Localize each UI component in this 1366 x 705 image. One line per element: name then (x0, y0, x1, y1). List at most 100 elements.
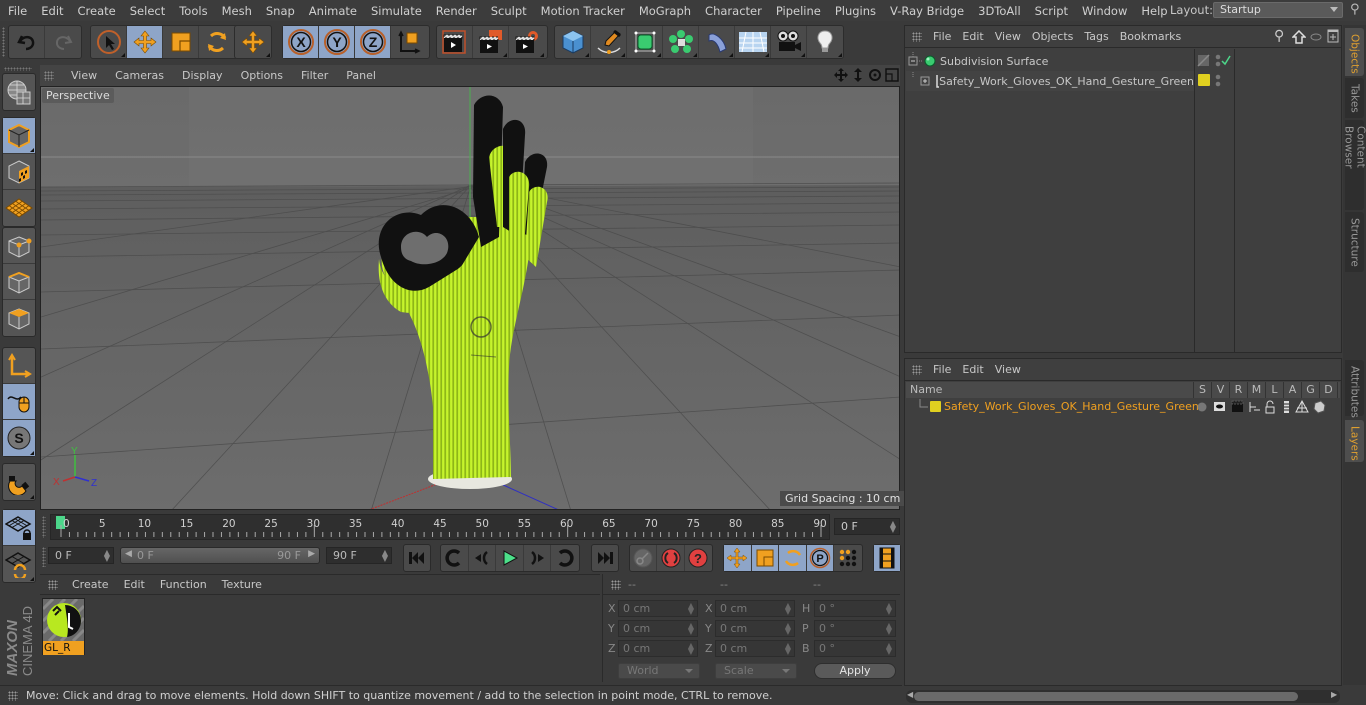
view-eye-icon[interactable] (1214, 401, 1225, 411)
panel-grip[interactable] (48, 579, 58, 590)
axis-mode-button[interactable] (3, 348, 35, 384)
spinner-icon[interactable]: ▲ ▼ (104, 549, 110, 563)
layer-name[interactable]: Safety_Work_Gloves_OK_Hand_Gesture_Green (944, 400, 1199, 413)
search-icon[interactable]: ⚲ (1274, 28, 1284, 44)
column-locked[interactable]: L (1266, 382, 1284, 398)
range-left-arrow-icon[interactable]: ◀ (125, 549, 132, 559)
spinner-icon[interactable]: ▲ ▼ (785, 602, 791, 616)
tweak-mode-button[interactable] (3, 384, 35, 420)
menu-sculpt[interactable]: Sculpt (484, 4, 534, 18)
pos-y-field[interactable]: 0 cm ▲ ▼ (618, 620, 698, 637)
next-key-button[interactable] (551, 545, 579, 571)
material-menu-edit[interactable]: Edit (118, 578, 154, 591)
spinner-icon[interactable]: ▲ ▼ (785, 642, 791, 656)
coordinate-system-button[interactable] (391, 26, 427, 58)
parameter-key-button[interactable]: P (806, 545, 835, 571)
objects-menu-edit[interactable]: Edit (959, 30, 991, 43)
render-visibility-dot[interactable] (1215, 81, 1221, 87)
home-icon[interactable] (1292, 30, 1306, 44)
camera-label[interactable]: Perspective (42, 88, 114, 103)
tab-content-browser[interactable]: Content Browser (1343, 120, 1366, 210)
workplane-mode-button[interactable] (3, 190, 35, 226)
filter-icon[interactable] (1310, 32, 1322, 42)
size-y-field[interactable]: 0 cm ▲ ▼ (715, 620, 795, 637)
solo-toggle[interactable] (1197, 402, 1207, 411)
column-generators[interactable]: G (1302, 382, 1320, 398)
pos-z-field[interactable]: 0 cm ▲ ▼ (618, 640, 698, 657)
animation-icon[interactable] (1284, 400, 1289, 413)
workplane-lock-button[interactable] (3, 510, 35, 546)
autokeying-button[interactable] (657, 545, 685, 571)
menu-plugins[interactable]: Plugins (828, 4, 883, 18)
tab-structure[interactable]: Structure (1345, 212, 1364, 272)
toolbar-grip[interactable] (2, 27, 5, 57)
render-to-picture-viewer-button[interactable] (473, 26, 509, 58)
frame-range-slider[interactable]: ◀ 0 F 90 F ▶ (120, 547, 320, 564)
layout-select[interactable]: Startup (1213, 2, 1343, 18)
menu-file[interactable]: File (0, 4, 34, 18)
rot-b-field[interactable]: 0 ° ▲ ▼ (814, 640, 896, 657)
column-solo[interactable]: S (1194, 382, 1212, 398)
edges-mode-button[interactable] (3, 264, 35, 300)
live-selection-button[interactable] (91, 26, 127, 58)
panel-grip[interactable] (912, 31, 922, 42)
editor-visibility-dot[interactable] (1215, 74, 1221, 80)
rot-p-field[interactable]: 0 ° ▲ ▼ (814, 620, 896, 637)
spinner-icon[interactable]: ▲ ▼ (890, 520, 896, 534)
layer-row[interactable]: Safety_Work_Gloves_OK_Hand_Gesture_Green (906, 398, 1340, 415)
rot-h-field[interactable]: 0 ° ▲ ▼ (814, 600, 896, 617)
column-view[interactable]: V (1212, 382, 1230, 398)
min-frame-field[interactable]: 0 F ▲ ▼ (48, 547, 114, 564)
objects-menu-file[interactable]: File (930, 30, 959, 43)
tab-attributes[interactable]: Attributes (1345, 360, 1364, 418)
enabled-check-icon[interactable] (1221, 55, 1231, 66)
menu-render[interactable]: Render (429, 4, 484, 18)
material-item[interactable]: GL_R (42, 598, 85, 655)
camera-button[interactable] (771, 26, 807, 58)
menu-mograph[interactable]: MoGraph (632, 4, 698, 18)
manager-hierarchy-icon[interactable] (1249, 401, 1260, 412)
menu-mesh[interactable]: Mesh (215, 4, 259, 18)
size-x-field[interactable]: 0 cm ▲ ▼ (715, 600, 795, 617)
size-mode-select[interactable]: Scale (715, 663, 797, 679)
spinner-icon[interactable]: ▲ ▼ (688, 642, 694, 656)
object-row-glove[interactable]: 0 Safety_Work_Gloves_OK_Hand_Gesture_Gre… (906, 71, 1194, 91)
rotate-tool-button[interactable] (199, 26, 235, 58)
menu-vray-bridge[interactable]: V-Ray Bridge (883, 4, 971, 18)
menu-animate[interactable]: Animate (302, 4, 364, 18)
range-right-arrow-icon[interactable]: ▶ (308, 549, 315, 559)
make-editable-button[interactable] (3, 74, 35, 110)
spinner-icon[interactable]: ▲ ▼ (785, 622, 791, 636)
pos-x-field[interactable]: 0 cm ▲ ▼ (618, 600, 698, 617)
panel-grip[interactable] (44, 70, 54, 81)
scale-tool-button[interactable] (163, 26, 199, 58)
editor-visibility-dot[interactable] (1215, 54, 1221, 60)
polygons-mode-button[interactable] (3, 300, 35, 336)
lock-icon[interactable] (1265, 400, 1275, 413)
column-divider[interactable] (1234, 49, 1235, 353)
deformer-icon[interactable] (1313, 399, 1326, 414)
spinner-icon[interactable]: ▲ ▼ (688, 602, 694, 616)
keyframe-selection-button[interactable]: ? (685, 545, 712, 571)
tab-objects[interactable]: Objects (1345, 28, 1364, 76)
objects-menu-view[interactable]: View (992, 30, 1029, 43)
previous-key-button[interactable] (441, 545, 469, 571)
viewport-menu-panel[interactable]: Panel (337, 69, 385, 82)
timeline-ruler[interactable]: 0 5 10 15 20 25 30 35 40 45 50 55 60 65 70 75 80 85 90 (50, 514, 830, 540)
undo-button[interactable] (9, 26, 45, 58)
menu-select[interactable]: Select (123, 4, 172, 18)
rotate-view-icon[interactable] (868, 68, 882, 82)
recent-tool-button[interactable] (235, 26, 271, 58)
timeline-window-button[interactable] (874, 545, 900, 571)
menu-script[interactable]: Script (1028, 4, 1075, 18)
zoom-view-icon[interactable] (851, 68, 865, 82)
material-menu-texture[interactable]: Texture (216, 578, 271, 591)
menu-snap[interactable]: Snap (259, 4, 302, 18)
column-manager[interactable]: M (1248, 382, 1266, 398)
panel-grip[interactable] (611, 579, 621, 590)
column-animation[interactable]: A (1284, 382, 1302, 398)
points-mode-button[interactable] (3, 228, 35, 264)
panel-grip[interactable] (912, 364, 922, 375)
transport-grip[interactable] (42, 547, 46, 567)
layers-menu-view[interactable]: View (992, 363, 1029, 376)
